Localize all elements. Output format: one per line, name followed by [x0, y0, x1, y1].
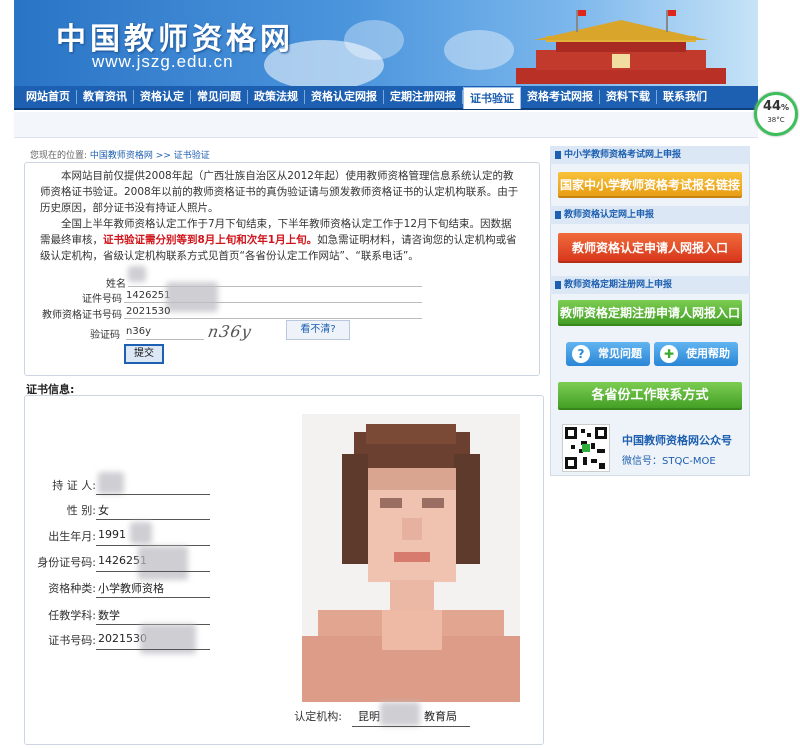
holder-label: 持 证 人: — [52, 479, 96, 492]
gender-line — [96, 519, 210, 520]
nav-contact[interactable]: 联系我们 — [657, 90, 713, 104]
type-value: 小学教师资格 — [98, 582, 164, 595]
nav-home[interactable]: 网站首页 — [20, 90, 77, 104]
idnum-label: 身份证号码: — [37, 556, 96, 569]
province-contact-button[interactable]: 各省份工作联系方式 — [558, 382, 742, 410]
nav-register-online[interactable]: 定期注册网报 — [384, 90, 463, 104]
certno-label: 证书号码: — [48, 634, 96, 647]
notice-p2-highlight: 证书验证需分别等到8月上旬和次年1月上旬。 — [103, 234, 318, 246]
battery-percent: 44 — [762, 99, 782, 114]
breadcrumb: 您现在的位置: 中国教师资格网 >> 证书验证 — [30, 148, 210, 161]
nav-exam-online[interactable]: 资格考试网报 — [521, 90, 600, 104]
captcha-image[interactable]: n36y — [206, 322, 284, 342]
subject-value: 数学 — [98, 609, 120, 622]
name-label: 姓名 — [106, 279, 126, 290]
gender-value: 女 — [98, 504, 109, 517]
idnum-line — [96, 571, 210, 572]
tiananmen-illustration — [516, 10, 726, 84]
header-banner: 中国教师资格网 www.jszg.edu.cn — [14, 0, 758, 86]
type-line — [96, 597, 210, 598]
exam-signup-link-button[interactable]: 国家中小学教师资格考试报名链接 — [558, 172, 742, 198]
redacted-org — [380, 702, 420, 726]
sub-strip — [14, 112, 758, 138]
notice-text: 本网站目前仅提供2008年起（广西壮族自治区从2012年起）使用教师资格管理信息… — [40, 168, 520, 264]
nav-policy[interactable]: 政策法规 — [248, 90, 305, 104]
holder-line — [96, 494, 210, 495]
redacted-id — [166, 282, 218, 312]
notice-paragraph-1: 本网站目前仅提供2008年起（广西壮族自治区从2012年起）使用教师资格管理信息… — [40, 170, 519, 214]
sidebar-heading-qual: 教师资格认定网上申报 — [550, 206, 750, 224]
captcha-input[interactable]: n36y — [126, 326, 204, 340]
nav-cert-verify[interactable]: 证书验证 — [463, 87, 521, 109]
nav-news[interactable]: 教育资讯 — [77, 90, 134, 104]
id-input[interactable]: 1426251 — [126, 290, 171, 301]
sidebar-heading-register: 教师资格定期注册网上申报 — [550, 276, 750, 294]
nav-qual-online[interactable]: 资格认定网报 — [305, 90, 384, 104]
subject-label: 任教学科: — [48, 609, 96, 622]
cert-number-input[interactable]: 2021530 — [126, 306, 171, 317]
question-icon: ? — [572, 345, 590, 363]
sidebar-heading-exam: 中小学教师资格考试网上申报 — [550, 146, 750, 164]
qr-code-icon — [565, 427, 607, 469]
cert-number-label: 教师资格证书号码 — [42, 310, 122, 321]
redacted-birth — [130, 522, 152, 544]
wechat-id: 微信号：STQC-MOE — [622, 456, 716, 467]
holder-photo-image — [302, 414, 520, 702]
nav-qualification[interactable]: 资格认定 — [134, 90, 191, 104]
certno-line — [96, 649, 210, 650]
battery-badge: 44% 38°C — [754, 92, 798, 136]
register-apply-button[interactable]: 教师资格定期注册申请人网报入口 — [558, 300, 742, 326]
site-logo-url: www.jszg.edu.cn — [92, 52, 234, 71]
refresh-captcha-button[interactable]: 看不清? — [286, 320, 350, 340]
faq-button-label: 常见问题 — [598, 347, 642, 360]
main-nav: 网站首页 教育资讯 资格认定 常见问题 政策法规 资格认定网报 定期注册网报 证… — [14, 86, 758, 110]
nav-faq[interactable]: 常见问题 — [191, 90, 248, 104]
gender-label: 性 别: — [66, 504, 96, 517]
birth-value: 1991 — [98, 528, 126, 541]
holder-photo — [302, 414, 520, 702]
faq-button[interactable]: ? 常见问题 — [566, 342, 650, 366]
percent-sign: % — [781, 103, 790, 112]
redacted-idnum — [138, 546, 188, 580]
redacted-name — [128, 266, 146, 282]
org-label: 认定机构: — [294, 710, 342, 723]
redacted-holder — [98, 472, 124, 494]
nav-downloads[interactable]: 资料下载 — [600, 90, 657, 104]
captcha-label: 验证码 — [90, 330, 120, 341]
id-label: 证件号码 — [82, 294, 122, 305]
help-button-label: 使用帮助 — [686, 347, 730, 360]
breadcrumb-prefix: 您现在的位置: — [30, 151, 88, 161]
battery-temp: 38°C — [767, 116, 785, 124]
qual-apply-button[interactable]: 教师资格认定申请人网报入口 — [558, 233, 742, 263]
help-button[interactable]: ✚ 使用帮助 — [654, 342, 738, 366]
org-line — [352, 726, 470, 727]
cert-number-line — [124, 318, 422, 319]
page-root: 中国教师资格网 www.jszg.edu.cn 网站首页 教育资讯 资格认定 常… — [0, 0, 800, 748]
birth-label: 出生年月: — [48, 530, 96, 543]
submit-button[interactable]: 提交 — [124, 344, 164, 364]
type-label: 资格种类: — [48, 582, 96, 595]
help-icon: ✚ — [660, 345, 678, 363]
notice-paragraph-2: 全国上半年教师资格认定工作于7月下旬结束，下半年教师资格认定工作于12月下旬结束… — [40, 216, 520, 264]
wechat-qr-code — [562, 424, 610, 472]
wechat-account-title: 中国教师资格网公众号 — [622, 434, 732, 447]
org-value-a: 昆明 — [358, 710, 380, 723]
org-value-b: 教育局 — [424, 710, 457, 723]
breadcrumb-path[interactable]: 中国教师资格网 >> 证书验证 — [90, 151, 210, 161]
